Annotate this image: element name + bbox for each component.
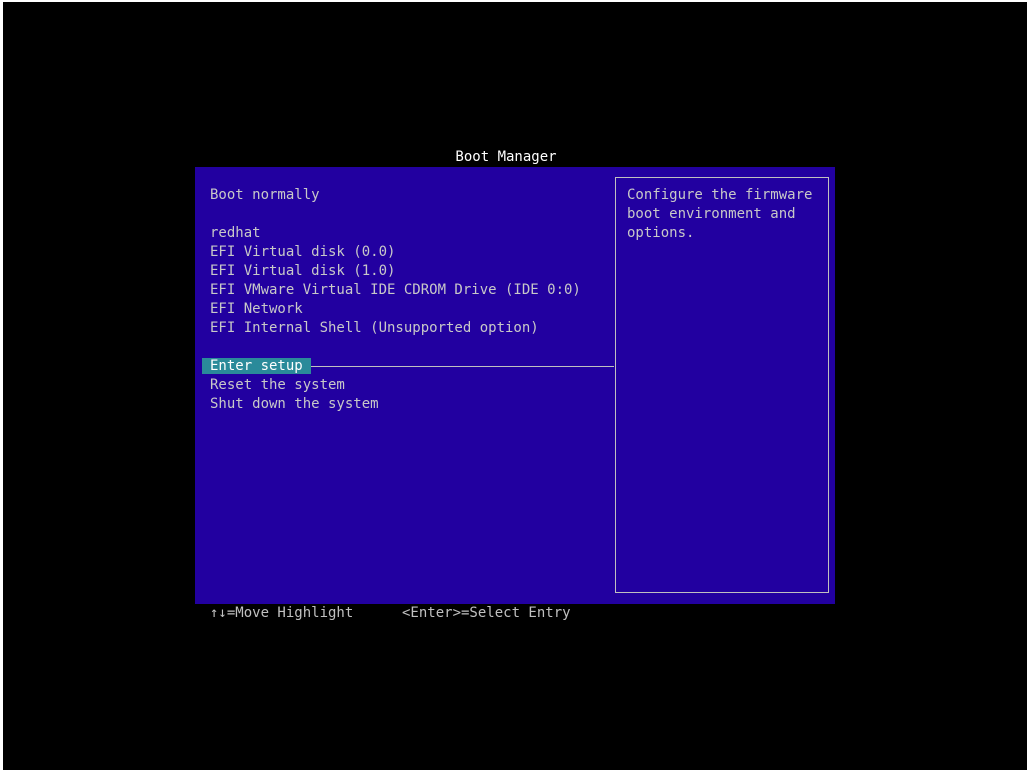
menu-item-efi-internal-shell[interactable]: EFI Internal Shell (Unsupported option): [210, 319, 581, 338]
menu-item-enter-setup-label: Enter setup: [202, 358, 311, 374]
footer-select-entry-hint: <Enter>=Select Entry: [402, 605, 571, 621]
menu-spacer: [210, 205, 581, 224]
boot-menu-panel: Boot normally redhat EFI Virtual disk (0…: [195, 167, 835, 604]
menu-item-shut-down-system[interactable]: Shut down the system: [210, 395, 581, 414]
page-title: Boot Manager: [455, 149, 557, 165]
help-text: Configure the firmware boot environment …: [627, 187, 821, 241]
menu-item-efi-virtual-disk-0[interactable]: EFI Virtual disk (0.0): [210, 243, 581, 262]
menu-item-redhat[interactable]: redhat: [210, 224, 581, 243]
help-box: Configure the firmware boot environment …: [615, 177, 829, 593]
footer-move-highlight-hint: ↑↓=Move Highlight: [210, 605, 354, 621]
menu-item-efi-virtual-disk-1[interactable]: EFI Virtual disk (1.0): [210, 262, 581, 281]
menu-item-boot-normally[interactable]: Boot normally: [210, 186, 581, 205]
boot-menu: Boot normally redhat EFI Virtual disk (0…: [202, 186, 581, 414]
boot-manager-screen: Boot Manager Boot normally redhat EFI Vi…: [3, 2, 1027, 770]
menu-spacer: [210, 338, 581, 357]
menu-item-efi-network[interactable]: EFI Network: [210, 300, 581, 319]
menu-item-reset-system[interactable]: Reset the system: [210, 376, 581, 395]
selection-connector-line: [306, 366, 614, 367]
menu-item-efi-cdrom-drive[interactable]: EFI VMware Virtual IDE CDROM Drive (IDE …: [210, 281, 581, 300]
